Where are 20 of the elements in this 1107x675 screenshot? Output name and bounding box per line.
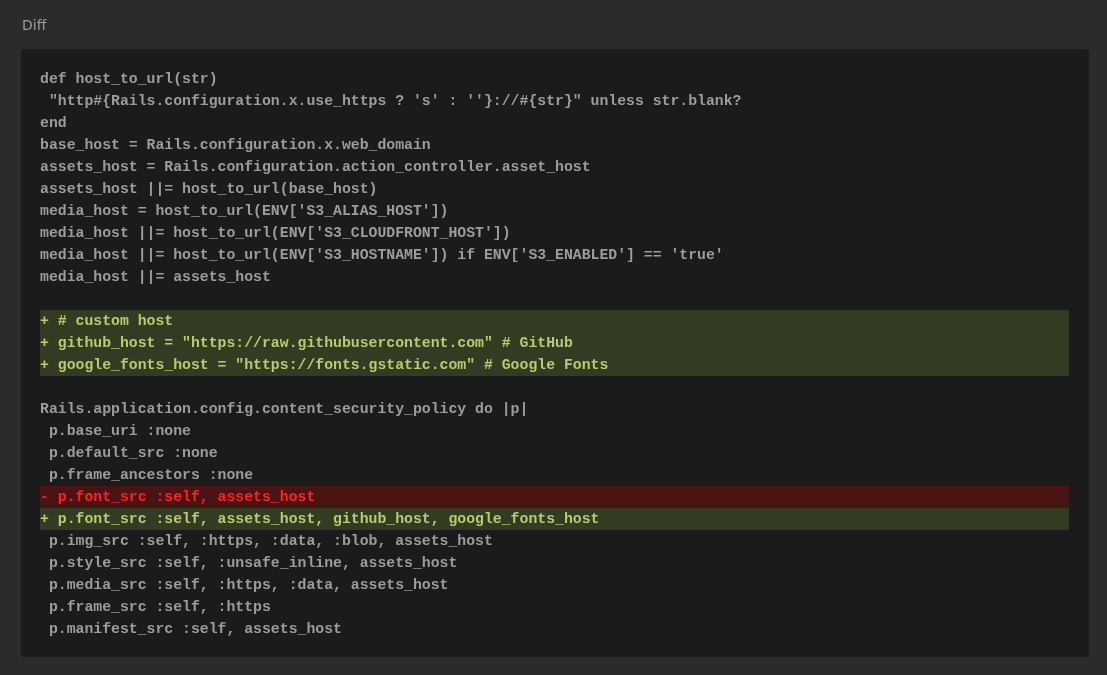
code-line: p.base_uri :none bbox=[47, 422, 192, 441]
section-title: Diff bbox=[21, 16, 48, 35]
code-line: assets_host ||= host_to_url(base_host) bbox=[40, 180, 379, 199]
code-line: p.media_src :self, :https, :data, assets_host bbox=[47, 576, 450, 595]
code-line: assets_host = Rails.configuration.action_controller.asset_host bbox=[40, 158, 592, 177]
code-line: media_host ||= host_to_url(ENV['S3_HOSTNAME']) if ENV['S3_ENABLED'] == 'true' bbox=[40, 246, 725, 265]
code-line: media_host = host_to_url(ENV['S3_ALIAS_HOST']) bbox=[40, 202, 450, 221]
code-line: media_host ||= host_to_url(ENV['S3_CLOUDFRONT_HOST']) bbox=[40, 224, 512, 243]
code-line: Rails.application.config.content_security_policy do |p| bbox=[40, 400, 530, 419]
code-line: p.style_src :self, :unsafe_inline, assets_host bbox=[47, 554, 459, 573]
code-line: p.default_src :none bbox=[47, 444, 219, 463]
code-line: p.frame_src :self, :https bbox=[47, 598, 272, 617]
code-line: base_host = Rails.configuration.x.web_domain bbox=[40, 136, 432, 155]
code-line: end bbox=[40, 114, 68, 133]
code-line: "http#{Rails.configuration.x.use_https ? 's' : ''}://#{str}" unless str.blank? bbox=[47, 92, 743, 111]
code-line: def host_to_url(str) bbox=[40, 70, 219, 89]
code-line: media_host ||= assets_host bbox=[40, 268, 272, 287]
code-line: p.img_src :self, :https, :data, :blob, assets_host bbox=[47, 532, 494, 551]
code-line: p.frame_ancestors :none bbox=[47, 466, 255, 485]
code-line: p.manifest_src :self, assets_host bbox=[47, 620, 343, 639]
